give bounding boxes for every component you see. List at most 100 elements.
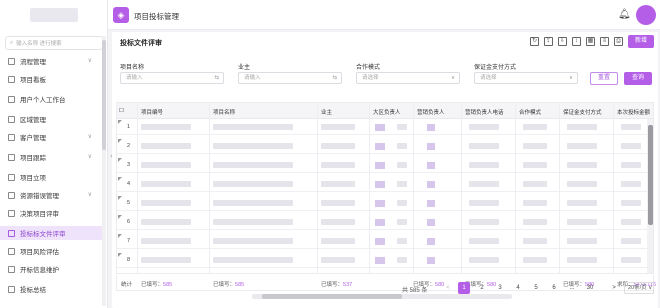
page-number-button[interactable]: 30 xyxy=(584,282,596,294)
sidebar-item[interactable]: 客户管理 ∨ xyxy=(0,130,106,144)
main-panel: 投标文件评审 ↻ ⇪ ⇩ ↕ ▦ ≡ ⎙ 新增 项目名称 请输入 ⇆ 业主 请输入… xyxy=(112,32,658,308)
redacted-cell xyxy=(427,181,435,188)
search-button[interactable]: 查询 xyxy=(624,72,652,85)
table-row[interactable]: 1 xyxy=(117,119,653,135)
sidebar-item[interactable]: 资源错误管理 ∨ xyxy=(0,188,106,202)
sidebar-item[interactable]: 项目立项 xyxy=(0,170,106,184)
redacted-cell xyxy=(397,162,407,168)
page-number-button[interactable]: 6 xyxy=(548,282,560,294)
redacted-cell xyxy=(213,143,293,149)
redacted-cell xyxy=(469,124,499,130)
col-marketing-head[interactable]: 营销负责人 xyxy=(417,108,445,116)
review-icon xyxy=(8,209,15,217)
table-row[interactable]: 3 xyxy=(117,157,653,173)
import-icon[interactable]: ⇩ xyxy=(558,37,567,46)
reset-button[interactable]: 重置 xyxy=(590,72,618,85)
row-marker xyxy=(118,196,122,200)
col-region-head[interactable]: 大区负责人 xyxy=(373,108,401,116)
sidebar-item[interactable]: 投标标文件评审 xyxy=(0,226,106,240)
redacted-cell xyxy=(213,200,293,206)
table-row[interactable]: 7 xyxy=(117,233,653,249)
sidebar-item[interactable]: 开标信息维护 xyxy=(0,262,106,276)
add-button[interactable]: 新增 xyxy=(628,35,654,48)
owner-input[interactable]: 请输入 ⇆ xyxy=(238,72,342,84)
redacted-cell xyxy=(141,219,191,225)
page-number-button[interactable]: 3 xyxy=(494,282,506,294)
row-number: 3 xyxy=(127,162,131,168)
sidebar-scrollbar-thumb[interactable] xyxy=(102,40,106,150)
page-size-select[interactable]: 20条/页 ∨ xyxy=(624,282,654,294)
col-owner[interactable]: 业主 xyxy=(321,108,332,116)
grid-icon[interactable]: ▦ xyxy=(586,37,595,46)
redacted-cell xyxy=(141,238,191,244)
sidebar-item[interactable]: 流程管理 ∨ xyxy=(0,54,106,68)
project-icon xyxy=(8,173,15,181)
export-icon[interactable]: ⇪ xyxy=(544,37,553,46)
sidebar-search-input[interactable]: ⌕ 输入名称 进行搜索 xyxy=(5,36,103,50)
col-project-code[interactable]: 项目编号 xyxy=(141,108,163,116)
sidebar-item[interactable]: 决策项目评审 xyxy=(0,206,106,220)
prev-page-button[interactable]: < xyxy=(442,282,454,294)
page-number-button[interactable]: 2 xyxy=(476,282,488,294)
page-number-button[interactable]: ... xyxy=(566,282,578,294)
app-logo xyxy=(30,8,78,22)
redacted-cell xyxy=(469,257,499,263)
table-row[interactable]: 4 xyxy=(117,176,653,192)
project-name-input[interactable]: 请输入 ⇆ xyxy=(120,72,224,84)
summary-value: 585 xyxy=(163,282,173,288)
col-coop-mode[interactable]: 合作模式 xyxy=(519,108,541,116)
user-avatar[interactable] xyxy=(636,5,656,25)
page-number-button[interactable]: 1 xyxy=(458,282,470,294)
chevron-down-icon: ∨ xyxy=(87,134,92,140)
sidebar-search-placeholder: 输入名称 进行搜索 xyxy=(16,41,62,47)
page-number-button[interactable]: 5 xyxy=(530,282,542,294)
redacted-cell xyxy=(469,162,499,168)
redacted-cell xyxy=(621,162,641,168)
table-row[interactable]: 5 xyxy=(117,195,653,211)
coop-mode-select[interactable]: 请选择 ∨ xyxy=(356,72,460,84)
chevron-down-icon: ∨ xyxy=(87,154,92,160)
sidebar-item[interactable]: 投标总结 xyxy=(0,282,106,296)
sidebar-item-label: 用户个人工作台 xyxy=(20,97,66,104)
redacted-cell xyxy=(397,200,407,206)
horizontal-scrollbar-thumb[interactable] xyxy=(262,294,402,299)
summary-icon xyxy=(8,285,15,293)
sidebar-item[interactable]: 用户个人工作台 xyxy=(0,92,106,106)
redacted-cell xyxy=(321,219,355,225)
redacted-cell xyxy=(523,181,547,187)
col-marketing-phone[interactable]: 营销负责人电话 xyxy=(465,108,504,116)
col-deposit-method[interactable]: 保证金支付方式 xyxy=(563,108,602,116)
redacted-cell xyxy=(469,219,499,225)
chevron-down-icon: ∨ xyxy=(87,58,92,64)
row-number: 4 xyxy=(127,181,131,187)
redacted-cell xyxy=(427,162,435,169)
refresh-icon[interactable]: ↻ xyxy=(530,37,539,46)
print-icon[interactable]: ⎙ xyxy=(614,37,623,46)
swap-icon[interactable]: ⇆ xyxy=(214,73,219,83)
redacted-cell xyxy=(567,124,597,130)
table-row[interactable]: 8 xyxy=(117,252,653,268)
page-number-button[interactable]: 4 xyxy=(512,282,524,294)
table-scrollbar-thumb[interactable] xyxy=(648,125,653,225)
density-icon[interactable]: ≡ xyxy=(600,37,609,46)
col-bid-amount[interactable]: 本次投标金额 xyxy=(617,108,650,116)
redacted-cell xyxy=(469,143,499,149)
select-all-checkbox[interactable]: ☐ xyxy=(119,108,124,114)
bell-icon[interactable]: 🔔︎ xyxy=(618,9,631,20)
sidebar-item[interactable]: 区域管理 xyxy=(0,112,106,126)
redacted-cell xyxy=(427,238,435,245)
sidebar-item[interactable]: 项目风险评估 xyxy=(0,244,106,258)
row-number: 6 xyxy=(127,219,131,225)
summary-prefix: 已填写： xyxy=(141,282,164,288)
redacted-cell xyxy=(213,257,293,263)
sort-icon[interactable]: ↕ xyxy=(572,37,581,46)
col-project-name[interactable]: 项目名称 xyxy=(213,108,235,116)
sidebar-item[interactable]: 项目跟踪 ∨ xyxy=(0,150,106,164)
table-row[interactable]: 2 xyxy=(117,138,653,154)
sidebar-item[interactable]: 项目看板 xyxy=(0,72,106,86)
table-row[interactable]: 6 xyxy=(117,214,653,230)
deposit-method-select[interactable]: 请选择 ∨ xyxy=(474,72,578,84)
redacted-cell xyxy=(141,162,191,168)
next-page-button[interactable]: > xyxy=(608,282,620,294)
swap-icon[interactable]: ⇆ xyxy=(332,73,337,83)
